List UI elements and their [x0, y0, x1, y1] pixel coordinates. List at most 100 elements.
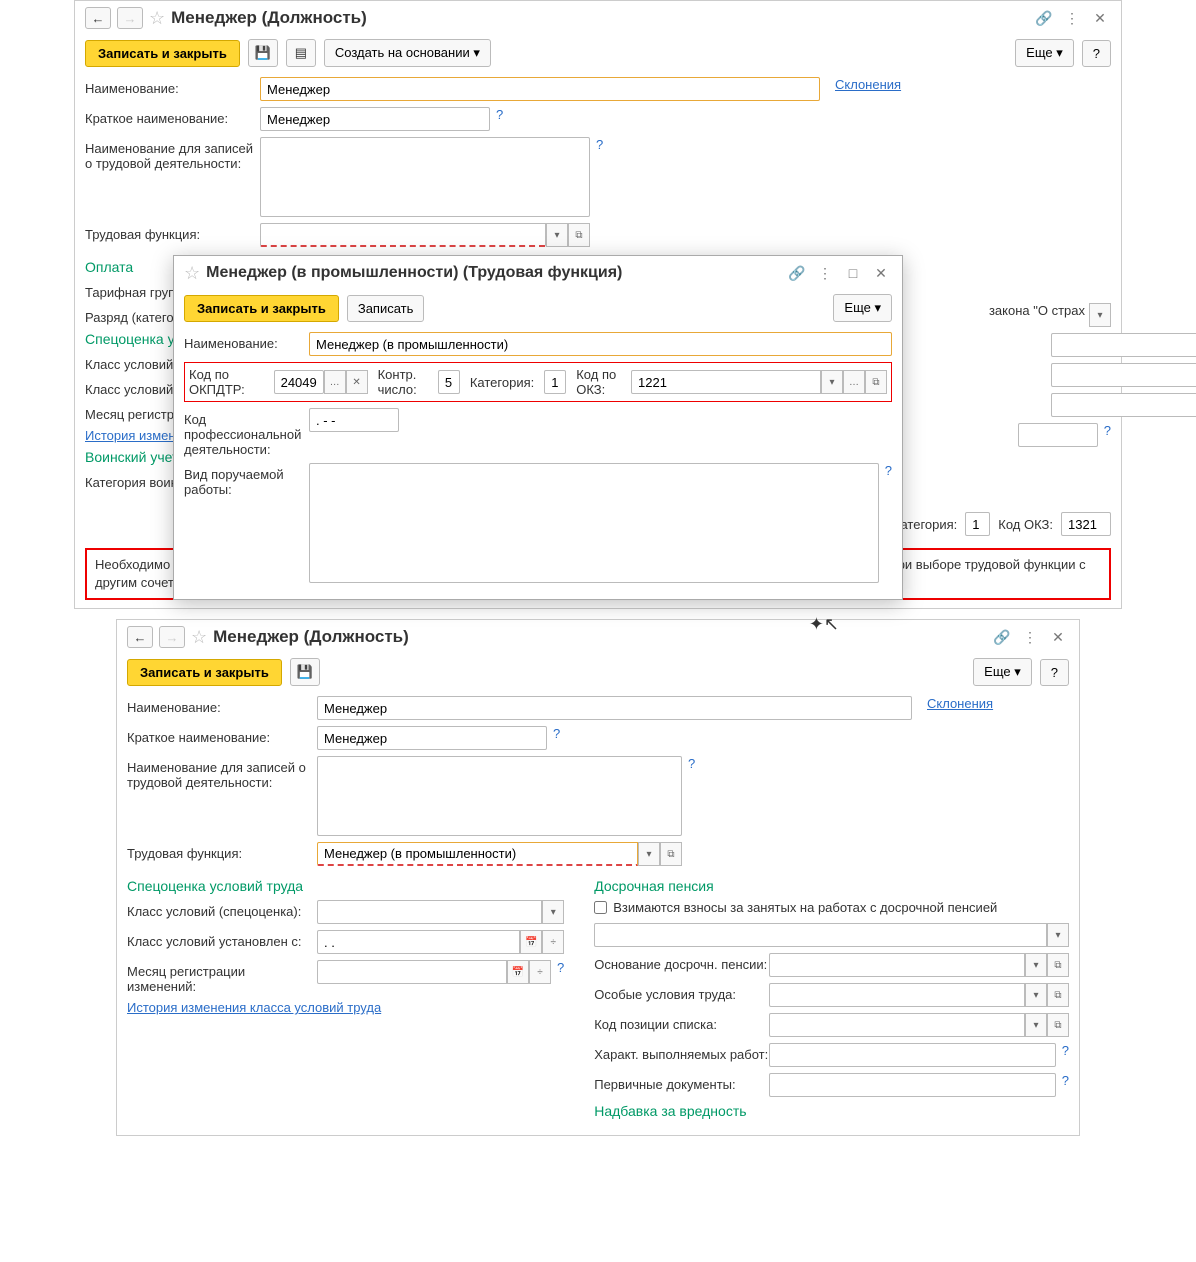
ref-input[interactable] — [594, 923, 1047, 947]
create-based-button[interactable]: Создать на основании ▾ — [324, 39, 491, 67]
select-icon[interactable]: … — [324, 370, 346, 394]
special-input[interactable] — [769, 983, 1025, 1007]
close-icon[interactable]: ✕ — [870, 262, 892, 284]
short-input[interactable] — [260, 107, 490, 131]
ref-input[interactable] — [1051, 363, 1196, 387]
dropdown-icon[interactable]: ▾ — [542, 900, 564, 924]
menu-icon[interactable]: ⋮ — [1061, 7, 1083, 29]
forward-button[interactable]: → — [159, 626, 185, 648]
link-icon[interactable]: 🔗 — [1033, 7, 1055, 29]
labor-rec-input[interactable] — [317, 756, 682, 836]
work-input[interactable] — [309, 463, 879, 583]
cat-input[interactable] — [965, 512, 990, 536]
func-label: Трудовая функция: — [85, 223, 260, 242]
help-icon[interactable]: ? — [496, 107, 503, 122]
dropdown-icon[interactable]: ▾ — [1047, 923, 1069, 947]
declensions-link[interactable]: Склонения — [927, 696, 993, 711]
help-icon[interactable]: ? — [553, 726, 560, 741]
help-icon[interactable]: ? — [596, 137, 603, 152]
dropdown-icon[interactable]: ▾ — [1025, 983, 1047, 1007]
okpdtr-input[interactable] — [274, 370, 324, 394]
calendar-icon[interactable]: 📅 — [507, 960, 529, 984]
history-link[interactable]: История измене — [85, 428, 183, 443]
more-button[interactable]: Еще ▾ — [833, 294, 892, 322]
pos-input[interactable] — [769, 1013, 1025, 1037]
calendar-icon[interactable]: 📅 — [520, 930, 542, 954]
name-input[interactable] — [309, 332, 892, 356]
nature-input[interactable] — [769, 1043, 1056, 1067]
month-input[interactable] — [317, 960, 507, 984]
ref-input[interactable] — [1051, 393, 1196, 417]
open-icon[interactable]: ⧉ — [865, 370, 887, 394]
history-link[interactable]: История изменения класса условий труда — [127, 1000, 381, 1015]
declensions-link[interactable]: Склонения — [835, 77, 901, 92]
dropdown-icon[interactable]: ▾ — [546, 223, 568, 247]
save-icon[interactable]: 💾 — [248, 39, 278, 67]
docs-input[interactable] — [769, 1073, 1056, 1097]
select-icon[interactable]: … — [843, 370, 865, 394]
close-icon[interactable]: ✕ — [1089, 7, 1111, 29]
help-icon[interactable]: ? — [1104, 423, 1111, 438]
forward-button[interactable]: → — [117, 7, 143, 29]
ref-input[interactable] — [1051, 333, 1196, 357]
basis-input[interactable] — [769, 953, 1025, 977]
labor-function-modal: ☆ Менеджер (в промышленности) (Трудовая … — [173, 255, 903, 600]
favorite-icon[interactable]: ☆ — [184, 263, 200, 284]
name-input[interactable] — [317, 696, 912, 720]
close-icon[interactable]: ✕ — [1047, 626, 1069, 648]
open-icon[interactable]: ⧉ — [568, 223, 590, 247]
dropdown-icon[interactable]: ▾ — [1025, 953, 1047, 977]
func-input[interactable] — [317, 842, 638, 866]
more-button[interactable]: Еще ▾ — [973, 658, 1032, 686]
open-icon[interactable]: ⧉ — [1047, 953, 1069, 977]
prof-input[interactable] — [309, 408, 399, 432]
dropdown-icon[interactable]: ▾ — [821, 370, 843, 394]
okz-input[interactable] — [1061, 512, 1111, 536]
open-icon[interactable]: ⧉ — [1047, 1013, 1069, 1037]
dropdown-icon[interactable]: ▾ — [638, 842, 660, 866]
open-icon[interactable]: ⧉ — [660, 842, 682, 866]
help-icon[interactable]: ? — [688, 756, 695, 771]
help-button[interactable]: ? — [1040, 659, 1069, 686]
open-icon[interactable]: ⧉ — [1047, 983, 1069, 1007]
name-label: Наименование: — [85, 77, 260, 96]
ctrl-input[interactable] — [438, 370, 460, 394]
name-input[interactable] — [260, 77, 820, 101]
dropdown-icon[interactable]: ▾ — [1025, 1013, 1047, 1037]
modal-body: Наименование: Код по ОКПДТР: …✕ Контр. ч… — [174, 332, 902, 599]
short-input[interactable] — [317, 726, 547, 750]
back-button[interactable]: ← — [85, 7, 111, 29]
save-close-button[interactable]: Записать и закрыть — [127, 659, 282, 686]
cat-input[interactable] — [544, 370, 566, 394]
stepper-icon[interactable]: ÷ — [529, 960, 551, 984]
class-set-input[interactable] — [317, 930, 520, 954]
labor-rec-input[interactable] — [260, 137, 590, 217]
save-close-button[interactable]: Записать и закрыть — [85, 40, 240, 67]
save-icon[interactable]: 💾 — [290, 658, 320, 686]
help-icon[interactable]: ? — [1062, 1043, 1069, 1058]
link-icon[interactable]: 🔗 — [991, 626, 1013, 648]
save-button[interactable]: Записать — [347, 295, 425, 322]
more-button[interactable]: Еще ▾ — [1015, 39, 1074, 67]
list-icon[interactable]: ▤ — [286, 39, 316, 67]
favorite-icon[interactable]: ☆ — [149, 8, 165, 29]
func-input[interactable] — [260, 223, 546, 247]
help-icon[interactable]: ? — [885, 463, 892, 478]
class-spec-input[interactable] — [317, 900, 542, 924]
dropdown-icon[interactable]: ▾ — [1089, 303, 1111, 327]
stepper-icon[interactable]: ÷ — [542, 930, 564, 954]
early-checkbox[interactable] — [594, 901, 607, 914]
maximize-icon[interactable]: □ — [842, 262, 864, 284]
text-input[interactable] — [1018, 423, 1098, 447]
help-icon[interactable]: ? — [1062, 1073, 1069, 1088]
back-button[interactable]: ← — [127, 626, 153, 648]
link-icon[interactable]: 🔗 — [786, 262, 808, 284]
menu-icon[interactable]: ⋮ — [814, 262, 836, 284]
favorite-icon[interactable]: ☆ — [191, 627, 207, 648]
help-button[interactable]: ? — [1082, 40, 1111, 67]
help-icon[interactable]: ? — [557, 960, 564, 975]
menu-icon[interactable]: ⋮ — [1019, 626, 1041, 648]
save-close-button[interactable]: Записать и закрыть — [184, 295, 339, 322]
clear-icon[interactable]: ✕ — [346, 370, 368, 394]
okz-input[interactable] — [631, 370, 821, 394]
